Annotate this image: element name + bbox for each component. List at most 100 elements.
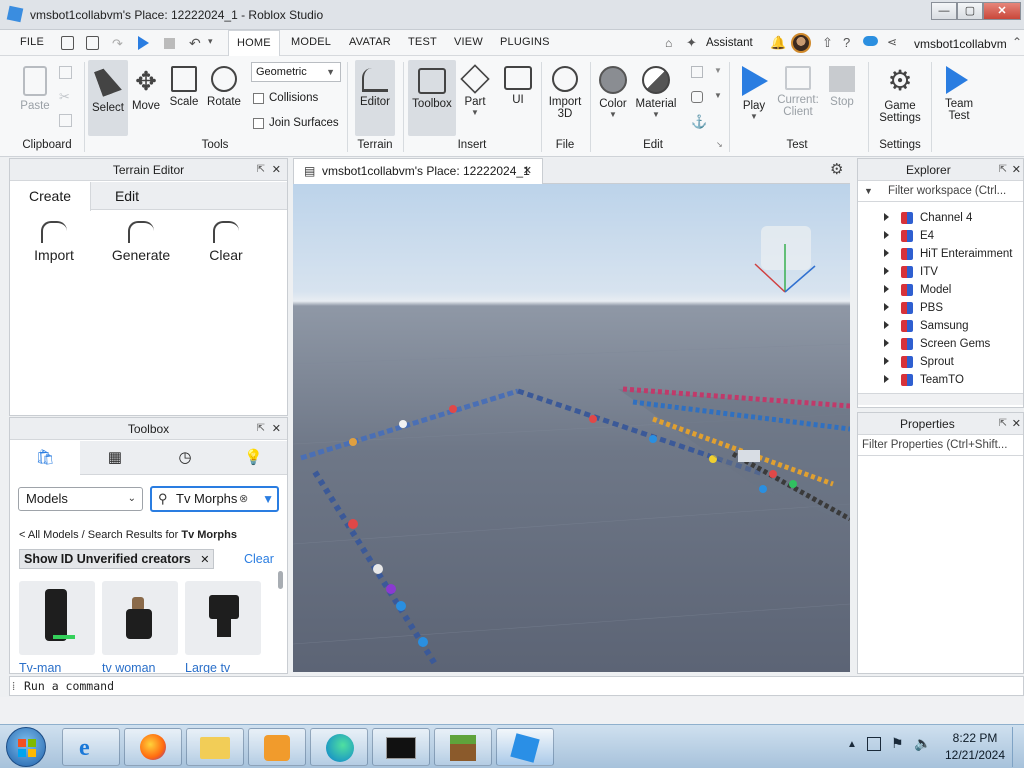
document-tab[interactable]: ▤ vmsbot1collabvm's Place: 12222024_1 ✕ xyxy=(293,158,543,184)
file-explorer-taskbar-button[interactable] xyxy=(186,728,244,766)
undo-dropdown-icon[interactable]: ▾ xyxy=(208,36,213,47)
undo-icon[interactable]: ↶ xyxy=(189,35,201,52)
model-thumbnail[interactable] xyxy=(185,581,261,655)
inventory-grid-icon[interactable]: ▦ xyxy=(80,441,150,475)
undock-icon[interactable]: ⇱ xyxy=(257,159,265,181)
tree-item-teamto[interactable]: TeamTO xyxy=(884,371,1012,389)
current-client-button[interactable]: Current: Client xyxy=(774,66,822,118)
show-hidden-icons-arrow[interactable]: ▲ xyxy=(847,739,857,750)
close-icon[interactable]: ✕ xyxy=(272,418,281,440)
close-tab-icon[interactable]: ✕ xyxy=(523,159,532,183)
chevron-down-icon[interactable]: ▼ xyxy=(714,91,722,100)
explorer-horizontal-scrollbar[interactable] xyxy=(858,393,1023,405)
play-icon[interactable] xyxy=(138,36,149,50)
network-icon[interactable] xyxy=(867,737,881,751)
tree-item-hit-entertainment[interactable]: HiT Enteraimment xyxy=(884,245,1012,263)
close-icon[interactable]: ✕ xyxy=(1012,159,1021,181)
stop-icon[interactable] xyxy=(164,38,175,49)
clock-time[interactable]: 8:22 PM xyxy=(945,731,1005,745)
team-test-button[interactable]: Team Test xyxy=(937,66,981,122)
tab-plugins[interactable]: PLUGINS xyxy=(500,36,550,48)
clear-search-icon[interactable]: ⊗ xyxy=(239,488,248,510)
username-label[interactable]: vmsbot1collabvm xyxy=(914,37,1007,51)
clock-date[interactable]: 12/21/2024 xyxy=(940,748,1010,762)
material-button[interactable]: Material ▼ xyxy=(634,66,678,119)
tree-item-samsung[interactable]: Samsung xyxy=(884,317,1012,335)
tab-avatar[interactable]: AVATAR xyxy=(349,36,391,48)
tree-item-sprout[interactable]: Sprout xyxy=(884,353,1012,371)
play-button[interactable]: Play ▼ xyxy=(735,66,773,121)
model-thumbnail[interactable] xyxy=(19,581,95,655)
close-icon[interactable]: ✕ xyxy=(272,159,281,181)
tree-item-pbs[interactable]: PBS xyxy=(884,299,1012,317)
ui-button[interactable]: UI xyxy=(503,66,533,106)
minimize-button[interactable]: — xyxy=(931,2,957,20)
media-player-taskbar-button[interactable] xyxy=(248,728,306,766)
model-name-large-tv[interactable]: Large tv xyxy=(185,661,230,673)
expand-arrow-icon[interactable] xyxy=(884,213,889,222)
chevron-up-icon[interactable]: ⌃ xyxy=(1012,35,1022,49)
part-button[interactable]: Part ▼ xyxy=(460,64,490,117)
expand-arrow-icon[interactable] xyxy=(884,303,889,312)
toolbox-button[interactable]: Toolbox xyxy=(408,60,456,136)
start-button[interactable] xyxy=(6,727,46,767)
model-name-tv-man[interactable]: Tv-man xyxy=(19,661,61,673)
scale-tool-button[interactable]: Scale xyxy=(167,66,201,108)
anchor-icon[interactable]: ⚓ xyxy=(691,114,707,130)
expand-arrow-icon[interactable] xyxy=(884,249,889,258)
move-tool-button[interactable]: ✥ Move xyxy=(130,66,162,112)
expand-group-icon[interactable]: ↘ xyxy=(716,140,723,149)
undock-icon[interactable]: ⇱ xyxy=(257,418,265,440)
share-icon[interactable]: ⇧ xyxy=(822,35,833,51)
roblox-studio-taskbar-button[interactable] xyxy=(496,728,554,766)
assistant-button[interactable]: Assistant xyxy=(706,37,753,49)
properties-filter-input[interactable]: Filter Properties (Ctrl+Shift... xyxy=(858,436,1023,456)
all-models-link[interactable]: < All Models xyxy=(19,529,79,541)
clear-filters-link[interactable]: Clear xyxy=(244,552,274,566)
redo-icon[interactable]: ↷ xyxy=(112,36,123,52)
chevron-down-icon[interactable]: ▼ xyxy=(714,66,722,75)
notifications-bell-icon[interactable]: 🔔 xyxy=(770,35,786,51)
transform-mode-dropdown[interactable]: Geometric ▼ xyxy=(251,62,341,82)
expand-arrow-icon[interactable] xyxy=(884,321,889,330)
paste-button[interactable]: Paste xyxy=(18,66,52,112)
minecraft-taskbar-button[interactable] xyxy=(434,728,492,766)
stop-button[interactable]: Stop xyxy=(826,66,858,108)
marketplace-bag-icon[interactable]: 🛍 xyxy=(10,441,80,476)
terrain-clear-button[interactable]: Clear xyxy=(198,221,254,263)
new-file-icon[interactable] xyxy=(61,36,74,50)
3d-viewport[interactable] xyxy=(293,184,850,672)
expand-arrow-icon[interactable] xyxy=(884,375,889,384)
tab-model[interactable]: MODEL xyxy=(291,36,331,48)
close-button[interactable]: ✕ xyxy=(983,2,1021,20)
duplicate-icon[interactable] xyxy=(59,114,72,127)
open-file-icon[interactable] xyxy=(86,36,99,50)
tab-view[interactable]: VIEW xyxy=(454,36,483,48)
import-3d-button[interactable]: Import 3D xyxy=(545,66,585,120)
group-icon[interactable] xyxy=(691,66,703,78)
color-button[interactable]: Color ▼ xyxy=(595,66,631,119)
assistant-sparkle-icon[interactable]: ✦ xyxy=(686,35,697,51)
undock-icon[interactable]: ⇱ xyxy=(999,413,1007,435)
filter-funnel-icon[interactable]: ▼ xyxy=(262,488,274,510)
tree-item-model[interactable]: Model xyxy=(884,281,1012,299)
tab-create[interactable]: Create xyxy=(10,182,91,211)
show-desktop-button[interactable] xyxy=(1012,727,1023,767)
expand-arrow-icon[interactable] xyxy=(884,285,889,294)
terrain-import-button[interactable]: Import xyxy=(24,221,84,263)
terrain-generate-button[interactable]: Generate xyxy=(106,221,176,263)
toolbox-search-input[interactable]: ⚲ Tv Morphs ⊗ ▼ xyxy=(150,486,279,512)
tree-item-channel-4[interactable]: Channel 4 xyxy=(884,209,1012,227)
edge-taskbar-button[interactable] xyxy=(310,728,368,766)
collisions-checkbox[interactable] xyxy=(253,93,264,104)
maximize-button[interactable]: ▢ xyxy=(957,2,983,20)
explorer-filter-input[interactable]: ▼ Filter workspace (Ctrl... xyxy=(858,182,1023,202)
model-thumbnail[interactable] xyxy=(102,581,178,655)
undock-icon[interactable]: ⇱ xyxy=(999,159,1007,181)
firefox-taskbar-button[interactable] xyxy=(124,728,182,766)
rotate-tool-button[interactable]: Rotate xyxy=(205,66,243,108)
home-icon[interactable]: ⌂ xyxy=(665,36,672,50)
tree-item-screen-gems[interactable]: Screen Gems xyxy=(884,335,1012,353)
cloud-icon[interactable] xyxy=(863,36,878,46)
expand-arrow-icon[interactable] xyxy=(884,339,889,348)
